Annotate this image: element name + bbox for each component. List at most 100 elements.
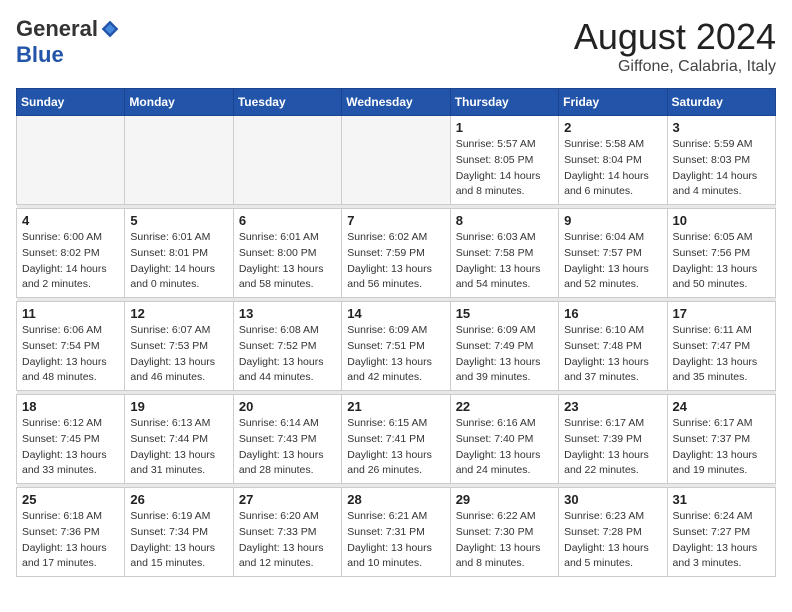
day-info: Sunrise: 6:10 AMSunset: 7:48 PMDaylight:… xyxy=(564,323,661,386)
day-info: Sunrise: 6:07 AMSunset: 7:53 PMDaylight:… xyxy=(130,323,227,386)
location-subtitle: Giffone, Calabria, Italy xyxy=(574,58,776,76)
day-info: Sunrise: 5:57 AMSunset: 8:05 PMDaylight:… xyxy=(456,137,553,200)
calendar-day-cell: 18 Sunrise: 6:12 AMSunset: 7:45 PMDayligh… xyxy=(17,395,125,484)
day-number: 14 xyxy=(347,306,444,321)
header: General Blue August 2024 Giffone, Calabr… xyxy=(16,16,776,76)
calendar-day-cell: 29 Sunrise: 6:22 AMSunset: 7:30 PMDayligh… xyxy=(450,488,558,577)
day-info: Sunrise: 6:01 AMSunset: 8:01 PMDaylight:… xyxy=(130,230,227,293)
calendar-week-row: 11Sunrise: 6:06 AMSunset: 7:54 PMDayligh… xyxy=(17,302,776,391)
calendar-day-cell: 31Sunrise: 6:24 AMSunset: 7:27 PMDayligh… xyxy=(667,488,775,577)
calendar-day-cell: 14Sunrise: 6:09 AMSunset: 7:51 PMDayligh… xyxy=(342,302,450,391)
day-number: 2 xyxy=(564,120,661,135)
day-number: 23 xyxy=(564,399,661,414)
day-info: Sunrise: 6:13 AMSunset: 7:44 PMDaylight:… xyxy=(130,416,227,479)
calendar-day-cell: 10Sunrise: 6:05 AMSunset: 7:56 PMDayligh… xyxy=(667,209,775,298)
calendar-day-cell: 13Sunrise: 6:08 AMSunset: 7:52 PMDayligh… xyxy=(233,302,341,391)
day-number: 1 xyxy=(456,120,553,135)
day-number: 28 xyxy=(347,492,444,507)
day-info: Sunrise: 6:16 AMSunset: 7:40 PMDaylight:… xyxy=(456,416,553,479)
day-number: 12 xyxy=(130,306,227,321)
calendar-day-cell xyxy=(125,116,233,205)
calendar-day-cell xyxy=(17,116,125,205)
day-number: 3 xyxy=(673,120,770,135)
calendar-week-row: 4 Sunrise: 6:00 AMSunset: 8:02 PMDaylight… xyxy=(17,209,776,298)
day-number: 16 xyxy=(564,306,661,321)
day-info: Sunrise: 6:02 AMSunset: 7:59 PMDaylight:… xyxy=(347,230,444,293)
day-of-week-header: Saturday xyxy=(667,89,775,116)
day-info: Sunrise: 6:23 AMSunset: 7:28 PMDaylight:… xyxy=(564,509,661,572)
calendar-day-cell: 7 Sunrise: 6:02 AMSunset: 7:59 PMDaylight… xyxy=(342,209,450,298)
day-number: 21 xyxy=(347,399,444,414)
day-info: Sunrise: 6:00 AMSunset: 8:02 PMDaylight:… xyxy=(22,230,119,293)
day-number: 8 xyxy=(456,213,553,228)
calendar-day-cell: 25 Sunrise: 6:18 AMSunset: 7:36 PMDayligh… xyxy=(17,488,125,577)
day-info: Sunrise: 5:59 AMSunset: 8:03 PMDaylight:… xyxy=(673,137,770,200)
logo-blue-text: Blue xyxy=(16,42,64,67)
day-number: 29 xyxy=(456,492,553,507)
day-number: 4 xyxy=(22,213,119,228)
calendar-week-row: 1 Sunrise: 5:57 AMSunset: 8:05 PMDaylight… xyxy=(17,116,776,205)
calendar-day-cell: 2Sunrise: 5:58 AMSunset: 8:04 PMDaylight… xyxy=(559,116,667,205)
day-info: Sunrise: 6:19 AMSunset: 7:34 PMDaylight:… xyxy=(130,509,227,572)
day-number: 9 xyxy=(564,213,661,228)
calendar-week-row: 25 Sunrise: 6:18 AMSunset: 7:36 PMDayligh… xyxy=(17,488,776,577)
day-of-week-header: Friday xyxy=(559,89,667,116)
day-number: 6 xyxy=(239,213,336,228)
day-info: Sunrise: 6:06 AMSunset: 7:54 PMDaylight:… xyxy=(22,323,119,386)
day-of-week-header: Sunday xyxy=(17,89,125,116)
title-area: August 2024 Giffone, Calabria, Italy xyxy=(574,16,776,76)
day-info: Sunrise: 6:11 AMSunset: 7:47 PMDaylight:… xyxy=(673,323,770,386)
day-number: 27 xyxy=(239,492,336,507)
month-title: August 2024 xyxy=(574,16,776,58)
logo: General Blue xyxy=(16,16,120,68)
day-info: Sunrise: 6:22 AMSunset: 7:30 PMDaylight:… xyxy=(456,509,553,572)
day-info: Sunrise: 6:24 AMSunset: 7:27 PMDaylight:… xyxy=(673,509,770,572)
day-info: Sunrise: 6:04 AMSunset: 7:57 PMDaylight:… xyxy=(564,230,661,293)
calendar-day-cell: 22Sunrise: 6:16 AMSunset: 7:40 PMDayligh… xyxy=(450,395,558,484)
day-number: 15 xyxy=(456,306,553,321)
day-number: 18 xyxy=(22,399,119,414)
calendar-day-cell: 27Sunrise: 6:20 AMSunset: 7:33 PMDayligh… xyxy=(233,488,341,577)
day-info: Sunrise: 6:14 AMSunset: 7:43 PMDaylight:… xyxy=(239,416,336,479)
day-info: Sunrise: 6:01 AMSunset: 8:00 PMDaylight:… xyxy=(239,230,336,293)
day-number: 26 xyxy=(130,492,227,507)
calendar-day-cell xyxy=(233,116,341,205)
calendar-day-cell: 4 Sunrise: 6:00 AMSunset: 8:02 PMDaylight… xyxy=(17,209,125,298)
calendar-day-cell: 26 Sunrise: 6:19 AMSunset: 7:34 PMDayligh… xyxy=(125,488,233,577)
day-of-week-header: Thursday xyxy=(450,89,558,116)
day-number: 10 xyxy=(673,213,770,228)
calendar-day-cell: 20 Sunrise: 6:14 AMSunset: 7:43 PMDayligh… xyxy=(233,395,341,484)
calendar-day-cell: 19 Sunrise: 6:13 AMSunset: 7:44 PMDayligh… xyxy=(125,395,233,484)
day-info: Sunrise: 6:15 AMSunset: 7:41 PMDaylight:… xyxy=(347,416,444,479)
day-number: 5 xyxy=(130,213,227,228)
calendar-day-cell: 8 Sunrise: 6:03 AMSunset: 7:58 PMDaylight… xyxy=(450,209,558,298)
day-number: 25 xyxy=(22,492,119,507)
calendar-week-row: 18 Sunrise: 6:12 AMSunset: 7:45 PMDayligh… xyxy=(17,395,776,484)
day-of-week-header: Wednesday xyxy=(342,89,450,116)
logo-icon xyxy=(100,19,120,39)
day-number: 17 xyxy=(673,306,770,321)
day-info: Sunrise: 6:18 AMSunset: 7:36 PMDaylight:… xyxy=(22,509,119,572)
day-number: 7 xyxy=(347,213,444,228)
day-of-week-header: Monday xyxy=(125,89,233,116)
day-info: Sunrise: 6:12 AMSunset: 7:45 PMDaylight:… xyxy=(22,416,119,479)
calendar-day-cell: 30Sunrise: 6:23 AMSunset: 7:28 PMDayligh… xyxy=(559,488,667,577)
calendar-day-cell: 11Sunrise: 6:06 AMSunset: 7:54 PMDayligh… xyxy=(17,302,125,391)
logo-general-text: General xyxy=(16,16,98,42)
day-number: 19 xyxy=(130,399,227,414)
calendar-day-cell: 5 Sunrise: 6:01 AMSunset: 8:01 PMDaylight… xyxy=(125,209,233,298)
day-header-row: SundayMondayTuesdayWednesdayThursdayFrid… xyxy=(17,89,776,116)
calendar-day-cell: 23 Sunrise: 6:17 AMSunset: 7:39 PMDayligh… xyxy=(559,395,667,484)
day-number: 24 xyxy=(673,399,770,414)
day-info: Sunrise: 6:03 AMSunset: 7:58 PMDaylight:… xyxy=(456,230,553,293)
calendar-day-cell: 1 Sunrise: 5:57 AMSunset: 8:05 PMDaylight… xyxy=(450,116,558,205)
calendar-day-cell: 17 Sunrise: 6:11 AMSunset: 7:47 PMDayligh… xyxy=(667,302,775,391)
day-info: Sunrise: 6:17 AMSunset: 7:39 PMDaylight:… xyxy=(564,416,661,479)
day-info: Sunrise: 6:21 AMSunset: 7:31 PMDaylight:… xyxy=(347,509,444,572)
day-of-week-header: Tuesday xyxy=(233,89,341,116)
calendar-day-cell: 12 Sunrise: 6:07 AMSunset: 7:53 PMDayligh… xyxy=(125,302,233,391)
calendar-day-cell: 21 Sunrise: 6:15 AMSunset: 7:41 PMDayligh… xyxy=(342,395,450,484)
day-number: 20 xyxy=(239,399,336,414)
calendar-day-cell: 9 Sunrise: 6:04 AMSunset: 7:57 PMDaylight… xyxy=(559,209,667,298)
calendar-day-cell: 16 Sunrise: 6:10 AMSunset: 7:48 PMDayligh… xyxy=(559,302,667,391)
